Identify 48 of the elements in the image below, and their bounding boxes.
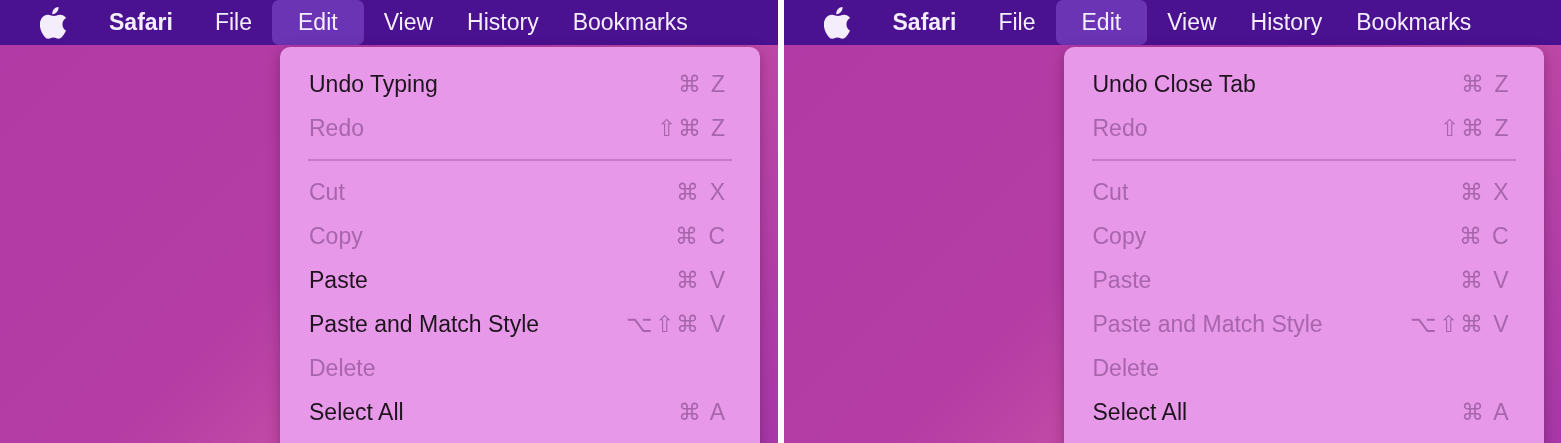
shortcut-label: ⌘ X [1459,177,1511,207]
menu-item[interactable]: Paste and Match Style ⌥⇧⌘ V [280,302,760,346]
menu-item-label: Redo [1092,113,1148,143]
shortcut-label: ⇧⌘ Z [1440,113,1511,143]
menu-bar-item[interactable]: Edit [272,0,364,45]
shortcut-label: ⌘ Z [1461,69,1511,99]
menu-item-label: Paste [1092,265,1152,295]
menu-bar-item[interactable]: File [200,0,266,45]
menu-bar-item[interactable]: Safari [95,0,187,45]
menu-item[interactable]: Select All ⌘ A [280,390,760,434]
menu-item-label: Copy [1092,221,1147,251]
menu-bar-item[interactable]: Safari [878,0,971,45]
menu-item-label: Delete [309,353,376,383]
shortcut-label: ⇧⌘ Z [656,113,727,143]
menu-item-label: Undo Typing [309,69,438,99]
menu-item-label: Cut [1092,177,1129,207]
shortcut-label: ⌘ C [1458,221,1511,251]
menu-bar-item[interactable]: File [984,0,1050,45]
shortcut-label: ⌘ X [676,177,727,207]
menu-item-label: Select All [1092,397,1188,427]
menu-bar-item[interactable]: Bookmarks [1342,0,1486,45]
shortcut-label: ⌘ C [675,221,727,251]
menu-item-label: Undo Close Tab [1092,69,1256,99]
shortcut-label: ⌘ A [677,397,727,427]
shortcut-label: ⌥⇧⌘ V [1409,309,1511,339]
menu-item[interactable]: Select All ⌘ A [1063,390,1544,434]
menu-bar-item[interactable]: Edit [1055,0,1148,45]
menu-bar-item[interactable]: History [1236,0,1337,45]
menu-item[interactable]: Paste ⌘ V [280,258,760,302]
menu-bar-item[interactable]: View [1153,0,1231,45]
menu-item-label: Paste [309,265,368,295]
menu-bar-item[interactable]: History [453,0,553,45]
shortcut-label: ⌥⇧⌘ V [626,309,727,339]
menu-item[interactable]: Undo Close Tab ⌘ Z [1063,62,1544,106]
menu-item-label: Redo [309,113,364,143]
menu-item[interactable]: Undo Typing ⌘ Z [280,62,760,106]
menu-item-label: Copy [309,221,363,251]
menu-item-label: Paste and Match Style [1092,309,1323,339]
menu-item-label: Delete [1092,353,1159,383]
menu-item-label: Select All [309,397,404,427]
shortcut-label: ⌘ V [1459,265,1511,295]
menu-item-label: Paste and Match Style [309,309,540,339]
menu-bar-item[interactable]: Bookmarks [558,0,702,45]
shortcut-label: ⌘ A [1461,397,1511,427]
shortcut-label: ⌘ Z [677,69,727,99]
menu-bar-item[interactable]: View [369,0,448,45]
shortcut-label: ⌘ V [676,265,727,295]
menu-item-label: Cut [309,177,345,207]
